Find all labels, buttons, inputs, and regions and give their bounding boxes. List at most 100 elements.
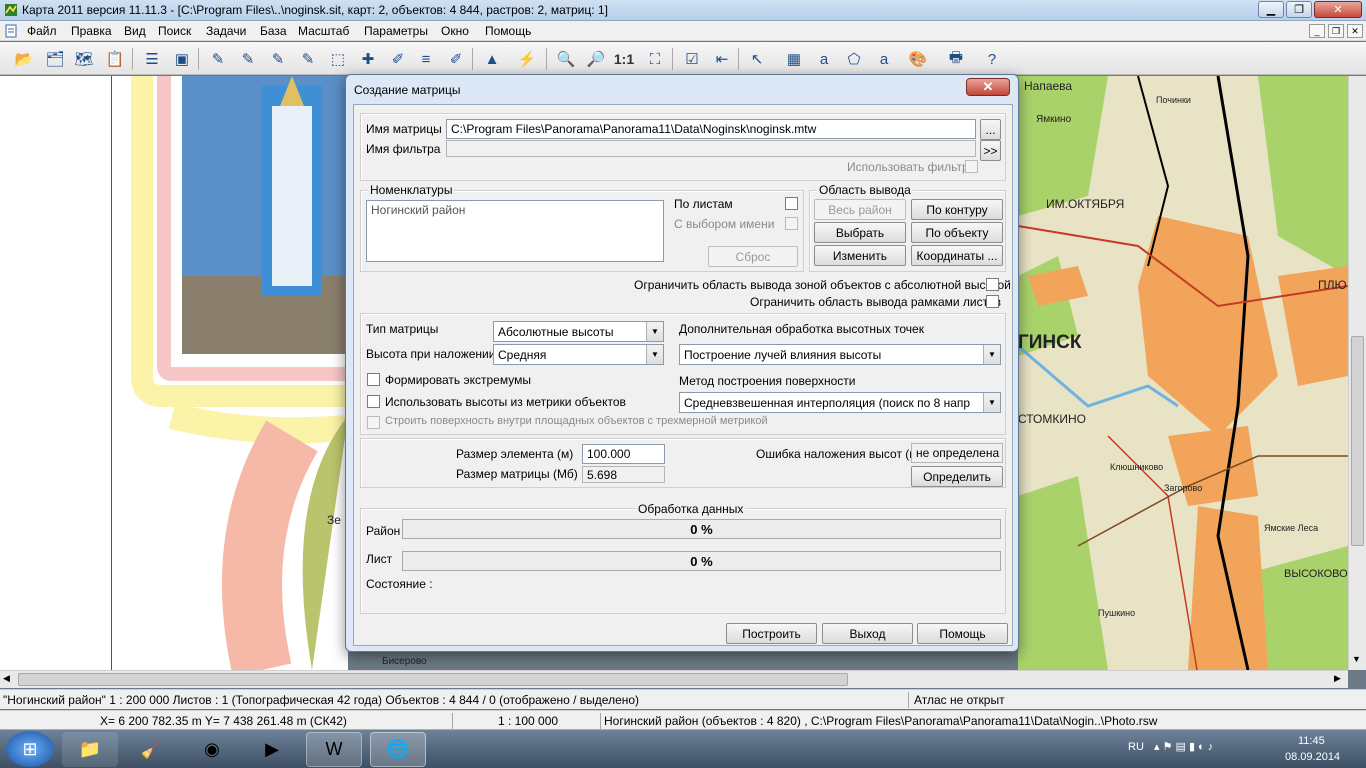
tray-icons[interactable]: ▴ ⚑ ▤ ▮ ◐ ♪ — [1154, 740, 1213, 753]
filter-icon[interactable]: ✐ — [444, 47, 468, 71]
coordinates-button[interactable]: Координаты ... — [911, 245, 1003, 266]
text-list-icon[interactable]: a — [872, 47, 896, 71]
filter-name-field[interactable] — [446, 140, 976, 157]
minimize-button[interactable]: ▁ — [1258, 1, 1284, 18]
scroll-right-icon[interactable]: ▶ — [1334, 673, 1341, 684]
scroll-left-icon[interactable]: ◀ — [3, 673, 10, 684]
limit-sheet-frames-checkbox[interactable] — [986, 295, 999, 308]
back-icon[interactable]: ⇤ — [710, 47, 734, 71]
help-cursor-icon[interactable]: ? — [980, 47, 1004, 71]
scale-1-1-button[interactable]: 1:1 — [612, 47, 636, 71]
change-button[interactable]: Изменить — [814, 245, 906, 266]
with-name-select-checkbox[interactable] — [785, 217, 798, 230]
use-filter-checkbox[interactable] — [965, 160, 978, 173]
maximize-button[interactable]: ❐ — [1286, 1, 1312, 18]
zoom-out-icon[interactable]: 🔍 — [554, 47, 578, 71]
matrix-name-field[interactable]: C:\Program Files\Panorama\Panorama11\Dat… — [446, 119, 976, 139]
fit-window-icon[interactable]: ⛶ — [643, 47, 667, 71]
scroll-down-icon[interactable]: ▼ — [1352, 654, 1361, 664]
zoom-in-icon[interactable]: 🔎 — [584, 47, 608, 71]
chrome-taskbar-icon[interactable]: ◉ — [184, 732, 240, 767]
surface-method-select[interactable]: Средневзвешенная интерполяция (поиск по … — [679, 392, 1001, 413]
menu-window[interactable]: Окно — [441, 24, 469, 38]
element-size-label: Размер элемента (м) — [456, 447, 574, 461]
add-map-icon[interactable]: 🗺 — [72, 47, 96, 71]
start-button[interactable]: ⊞ — [6, 731, 54, 767]
vertical-scroll-thumb[interactable] — [1351, 336, 1364, 546]
overlay-height-value: Средняя — [498, 348, 547, 362]
by-contour-button[interactable]: По контуру — [911, 199, 1003, 220]
add-object-icon[interactable]: ✚ — [356, 47, 380, 71]
image-icon[interactable]: ▣ — [170, 47, 194, 71]
table-icon[interactable]: ▦ — [782, 47, 806, 71]
map-view[interactable]: Напаева Ямкино Починки ИМ.ОКТЯБРЯ ГИНСК … — [1018, 76, 1348, 670]
menu-database[interactable]: База — [260, 24, 287, 38]
horizontal-scroll-thumb[interactable] — [18, 673, 848, 686]
map-app-taskbar-icon[interactable]: 🌐 — [370, 732, 426, 767]
help-button[interactable]: Помощь — [917, 623, 1008, 644]
map-list-icon[interactable]: 📋 — [103, 47, 127, 71]
clock-date[interactable]: 08.09.2014 — [1285, 751, 1340, 763]
word-taskbar-icon[interactable]: W — [306, 732, 362, 767]
open-folder-icon[interactable]: 📂 — [12, 47, 36, 71]
browse-button[interactable]: ... — [980, 119, 1001, 140]
determine-button[interactable]: Определить — [911, 466, 1003, 487]
layers-icon[interactable]: ☰ — [140, 47, 164, 71]
by-object-button[interactable]: По объекту — [911, 222, 1003, 243]
menu-view[interactable]: Вид — [124, 24, 146, 38]
polygon-icon[interactable]: ⬠ — [842, 47, 866, 71]
mdi-restore-button[interactable]: ❐ — [1328, 24, 1344, 38]
menu-tasks[interactable]: Задачи — [206, 24, 246, 38]
terrain-icon[interactable]: ▲ — [480, 47, 504, 71]
language-indicator[interactable]: RU — [1128, 741, 1144, 753]
mdi-close-button[interactable]: ✕ — [1347, 24, 1363, 38]
mdi-minimize-button[interactable]: _ — [1309, 24, 1325, 38]
overlay-height-select[interactable]: Средняя ▼ — [493, 344, 664, 365]
menu-edit[interactable]: Правка — [71, 24, 112, 38]
build-surface-3d-checkbox[interactable] — [367, 416, 380, 429]
check-icon[interactable]: ☑ — [680, 47, 704, 71]
highlight-gray-icon[interactable]: ✎ — [266, 47, 290, 71]
menu-parameters[interactable]: Параметры — [364, 24, 428, 38]
status-bar-bottom: X= 6 200 782.35 m Y= 7 438 261.48 m (СК4… — [0, 710, 1366, 729]
menu-file[interactable]: Файл — [27, 24, 57, 38]
palette-icon[interactable]: 🎨 — [906, 47, 930, 71]
clock-time[interactable]: 11:45 — [1298, 735, 1325, 747]
list-icon[interactable]: ≡ — [414, 47, 438, 71]
use-object-heights-checkbox[interactable] — [367, 395, 380, 408]
nomenclature-list-item[interactable]: Ногинский район — [371, 203, 465, 217]
build-button[interactable]: Построить — [726, 623, 817, 644]
whole-district-button[interactable]: Весь район — [814, 199, 906, 220]
form-extrema-checkbox[interactable] — [367, 373, 380, 386]
text-object-icon[interactable]: a — [812, 47, 836, 71]
horizontal-scrollbar[interactable]: ◀ ▶ — [0, 670, 1348, 688]
highlight-text-icon[interactable]: ✎ — [236, 47, 260, 71]
cursor-icon[interactable]: ↖ — [745, 47, 769, 71]
edit-object-icon[interactable]: ✐ — [386, 47, 410, 71]
limit-abs-height-checkbox[interactable] — [986, 278, 999, 291]
vertical-scrollbar[interactable]: ▼ — [1348, 76, 1366, 670]
close-window-button[interactable]: ✕ — [1314, 1, 1362, 18]
highlight-gray2-icon[interactable]: ✎ — [296, 47, 320, 71]
print-icon[interactable]: 🖶 — [944, 47, 968, 71]
filter-expand-button[interactable]: >> — [980, 140, 1001, 161]
highlight-icon[interactable]: ✎ — [206, 47, 230, 71]
dialog-close-button[interactable]: ✕ — [966, 78, 1010, 96]
menu-search[interactable]: Поиск — [158, 24, 191, 38]
explorer-taskbar-icon[interactable]: 📁 — [62, 732, 118, 767]
open-map-icon[interactable]: 🗂 — [43, 47, 67, 71]
nomenclature-list[interactable]: Ногинский район — [366, 200, 664, 262]
exit-button[interactable]: Выход — [822, 623, 913, 644]
menu-scale[interactable]: Масштаб — [298, 24, 349, 38]
by-sheets-checkbox[interactable] — [785, 197, 798, 210]
menu-help[interactable]: Помощь — [485, 24, 531, 38]
extra-processing-select[interactable]: Построение лучей влияния высоты ▼ — [679, 344, 1001, 365]
lightning-icon[interactable]: ⚡ — [515, 47, 539, 71]
select-button[interactable]: Выбрать — [814, 222, 906, 243]
select-rect-icon[interactable]: ⬚ — [326, 47, 350, 71]
matrix-type-select[interactable]: Абсолютные высоты ▼ — [493, 321, 664, 342]
media-player-taskbar-icon[interactable]: ▶ — [244, 732, 300, 767]
ccleaner-taskbar-icon[interactable]: 🧹 — [124, 732, 180, 767]
reset-button[interactable]: Сброс — [708, 246, 798, 267]
element-size-field[interactable]: 100.000 — [582, 444, 665, 464]
